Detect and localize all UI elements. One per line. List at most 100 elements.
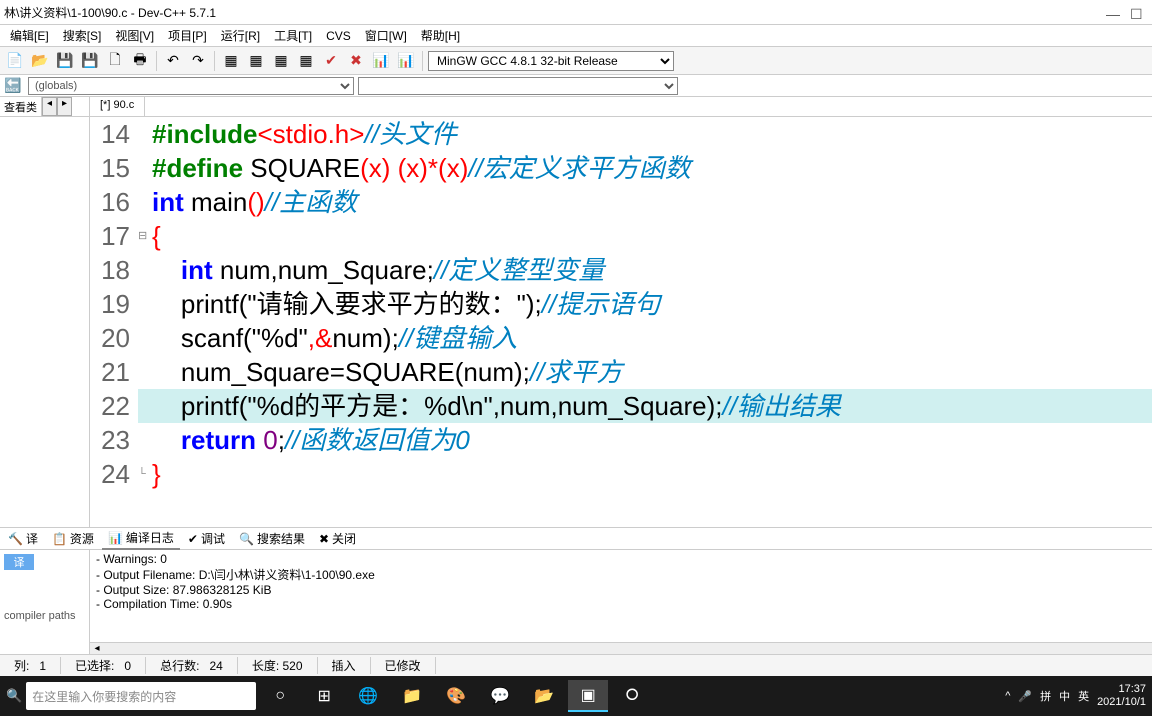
- new-icon[interactable]: 📄: [4, 50, 26, 72]
- ime-pin[interactable]: 拼: [1040, 688, 1051, 704]
- undo-icon[interactable]: ↶: [162, 50, 184, 72]
- sep: [156, 51, 157, 71]
- debug-icon[interactable]: ✔: [320, 50, 342, 72]
- menu-help[interactable]: 帮助[H]: [415, 25, 466, 46]
- print-icon[interactable]: 🖶: [129, 50, 151, 72]
- left-log-labels: 译 compiler paths: [0, 550, 90, 654]
- status-len: 长度: 520: [238, 657, 318, 674]
- menu-bar: 编辑[E] 搜索[S] 视图[V] 项目[P] 运行[R] 工具[T] CVS …: [0, 25, 1152, 47]
- tab-classview[interactable]: 查看类: [0, 97, 42, 116]
- redo-icon[interactable]: ↷: [187, 50, 209, 72]
- taskview-icon[interactable]: ⊞: [304, 680, 344, 712]
- log-line: - Output Size: 87.986328125 KiB: [96, 583, 1146, 597]
- line-num: 21: [90, 355, 138, 389]
- log-line: - Compilation Time: 0.90s: [96, 597, 1146, 611]
- open-icon[interactable]: 📂: [29, 50, 51, 72]
- cortana-icon[interactable]: ○: [260, 680, 300, 712]
- save-icon[interactable]: 💾: [54, 50, 76, 72]
- compilerun-icon[interactable]: ▦: [270, 50, 292, 72]
- class-browser: 查看类 ◂ ▸: [0, 97, 90, 527]
- mic-icon[interactable]: 🎤: [1018, 690, 1032, 703]
- editor: [*] 90.c 14#include<stdio.h>//头文件 15#def…: [90, 97, 1152, 527]
- menu-window[interactable]: 窗口[W]: [359, 25, 413, 46]
- tab-close[interactable]: ✖关闭: [313, 528, 362, 549]
- main-toolbar: 📄 📂 💾 💾 🗋 🖶 ↶ ↷ ▦ ▦ ▦ ▦ ✔ ✖ 📊 📊 MinGW GC…: [0, 47, 1152, 75]
- profile-icon[interactable]: 📊: [370, 50, 392, 72]
- stop-icon[interactable]: ✖: [345, 50, 367, 72]
- bottom-panel: 🔨译 📋资源 📊编译日志 ✔调试 🔍搜索结果 ✖关闭 译 compiler pa…: [0, 527, 1152, 654]
- search-icon[interactable]: 🔍: [6, 688, 22, 704]
- close-icon[interactable]: 🗋: [104, 50, 126, 72]
- windows-taskbar: 🔍 在这里输入你要搜索的内容 ○ ⊞ 🌐 📁 🎨 💬 📂 ▣ ⭘ ^ 🎤 拼 中…: [0, 676, 1152, 716]
- line-num: 18: [90, 253, 138, 287]
- menu-cvs[interactable]: CVS: [320, 27, 357, 45]
- sep: [214, 51, 215, 71]
- ime-ch[interactable]: 中: [1059, 688, 1070, 704]
- status-mod: 已修改: [371, 657, 436, 674]
- compiler-select[interactable]: MinGW GCC 4.8.1 32-bit Release: [428, 51, 674, 71]
- line-num: 14: [90, 117, 138, 151]
- code-editor[interactable]: 14#include<stdio.h>//头文件 15#define SQUAR…: [90, 117, 1152, 527]
- maximize-icon[interactable]: ☐: [1130, 6, 1142, 18]
- line-num: 19: [90, 287, 138, 321]
- line-num: 17: [90, 219, 138, 253]
- tab-90c[interactable]: [*] 90.c: [90, 97, 145, 116]
- line-num: 20: [90, 321, 138, 355]
- tab-findresults[interactable]: 🔍搜索结果: [233, 528, 311, 549]
- folder-icon[interactable]: 📂: [524, 680, 564, 712]
- label-compile: 译: [4, 554, 34, 570]
- label-paths: compiler paths: [4, 610, 85, 622]
- stats-icon[interactable]: 📊: [395, 50, 417, 72]
- tab-compile[interactable]: 🔨译: [2, 528, 44, 549]
- left-tabs: 查看类 ◂ ▸: [0, 97, 89, 117]
- chrome-icon[interactable]: 🌐: [348, 680, 388, 712]
- taskbar-search[interactable]: 在这里输入你要搜索的内容: [26, 682, 256, 710]
- clock-time: 17:37: [1097, 683, 1146, 696]
- minimize-icon[interactable]: —: [1106, 6, 1118, 18]
- paint-icon[interactable]: 🎨: [436, 680, 476, 712]
- saveall-icon[interactable]: 💾: [79, 50, 101, 72]
- search-placeholder: 在这里输入你要搜索的内容: [32, 688, 176, 705]
- menu-edit[interactable]: 编辑[E]: [4, 25, 55, 46]
- log-scrollbar[interactable]: ◂: [90, 642, 1152, 654]
- window-title: 林\讲义资料\1-100\90.c - Dev-C++ 5.7.1: [4, 4, 1106, 21]
- status-ins: 插入: [318, 657, 371, 674]
- menu-view[interactable]: 视图[V]: [109, 25, 160, 46]
- nav-prev-icon[interactable]: ◂: [42, 97, 57, 116]
- run-icon[interactable]: ▦: [245, 50, 267, 72]
- tray-up-icon[interactable]: ^: [1005, 690, 1010, 702]
- tab-debug[interactable]: ✔调试: [182, 528, 231, 549]
- title-bar: 林\讲义资料\1-100\90.c - Dev-C++ 5.7.1 — ☐: [0, 0, 1152, 25]
- tab-compilelog[interactable]: 📊编译日志: [102, 527, 180, 550]
- line-num: 16: [90, 185, 138, 219]
- explorer-icon[interactable]: 📁: [392, 680, 432, 712]
- workspace: 查看类 ◂ ▸ [*] 90.c 14#include<stdio.h>//头文…: [0, 97, 1152, 527]
- sep: [422, 51, 423, 71]
- clock[interactable]: 17:37 2021/10/1: [1097, 683, 1146, 709]
- devcpp-icon[interactable]: ▣: [568, 680, 608, 712]
- window-controls: — ☐: [1106, 6, 1148, 18]
- rebuild-icon[interactable]: ▦: [295, 50, 317, 72]
- document-tabs: [*] 90.c: [90, 97, 1152, 117]
- ime-en[interactable]: 英: [1078, 688, 1089, 704]
- line-num: 22: [90, 389, 138, 423]
- clock-date: 2021/10/1: [1097, 696, 1146, 709]
- compile-log[interactable]: - Warnings: 0 - Output Filename: D:\闫小林\…: [90, 550, 1152, 642]
- compile-icon[interactable]: ▦: [220, 50, 242, 72]
- wechat-icon[interactable]: 💬: [480, 680, 520, 712]
- menu-search[interactable]: 搜索[S]: [57, 25, 108, 46]
- tab-resources[interactable]: 📋资源: [46, 528, 100, 549]
- status-sel: 已选择: 0: [61, 657, 146, 674]
- line-num: 15: [90, 151, 138, 185]
- line-num: 24: [90, 457, 138, 491]
- menu-run[interactable]: 运行[R]: [215, 25, 266, 46]
- scope-select[interactable]: (globals): [28, 77, 354, 95]
- nav-next-icon[interactable]: ▸: [57, 97, 72, 116]
- member-select[interactable]: [358, 77, 678, 95]
- menu-tools[interactable]: 工具[T]: [268, 25, 318, 46]
- status-lines: 总行数: 24: [146, 657, 238, 674]
- line-num: 23: [90, 423, 138, 457]
- back-icon[interactable]: 🔙: [2, 75, 24, 97]
- obs-icon[interactable]: ⭘: [612, 680, 652, 712]
- menu-project[interactable]: 项目[P]: [162, 25, 213, 46]
